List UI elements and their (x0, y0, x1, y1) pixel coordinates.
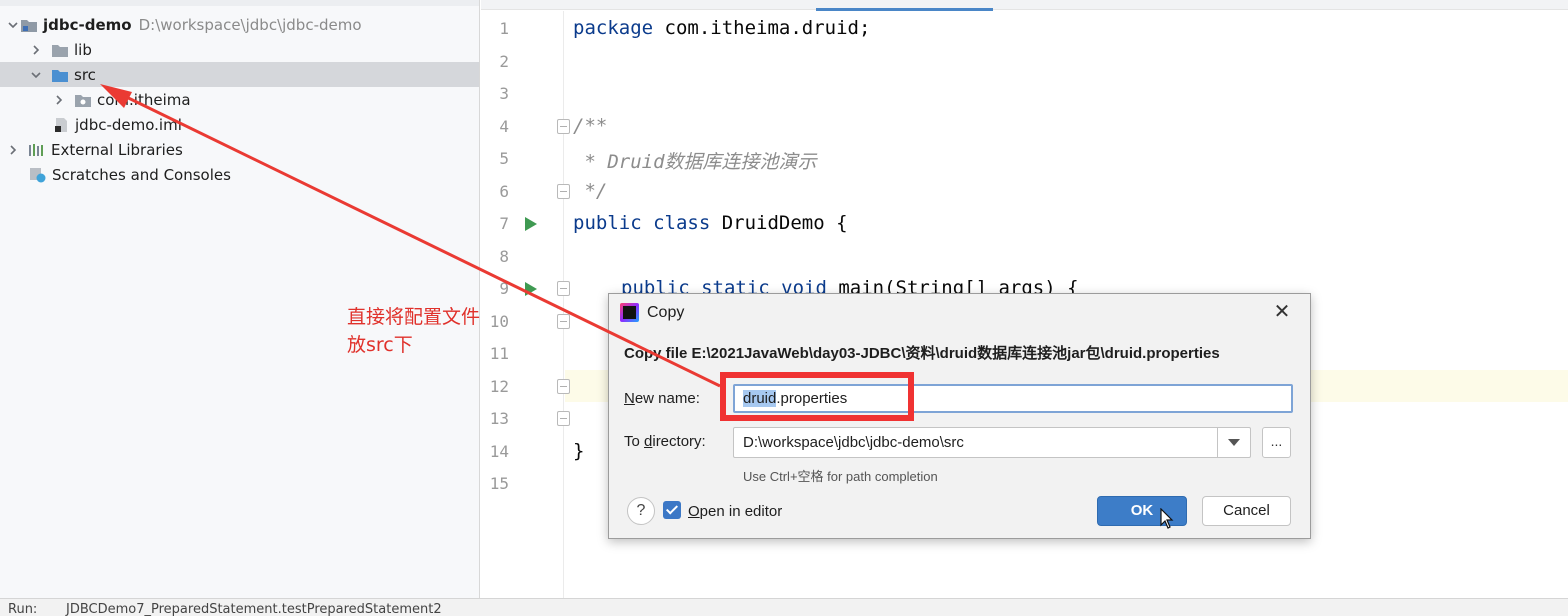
keyword: public class (573, 212, 711, 234)
scratches-icon (29, 167, 47, 183)
dropdown-arrow-icon[interactable] (1217, 428, 1250, 457)
line-number: 14 (489, 442, 509, 461)
copy-dialog: Copy ✕ Copy file E:\2021JavaWeb\day03-JD… (608, 293, 1311, 539)
chevron-right-icon[interactable] (29, 43, 43, 57)
code-text: com.itheima.druid; (653, 17, 871, 39)
browse-button[interactable]: ... (1262, 427, 1291, 458)
annotation-text: 直接将配置文件 放src下 (347, 303, 480, 359)
tree-item-jdbc-demo[interactable]: jdbc-demo D:\workspace\jdbc\jdbc-demo (0, 12, 479, 37)
package-icon (74, 92, 92, 108)
cancel-button[interactable]: Cancel (1202, 496, 1291, 526)
fold-icon[interactable] (557, 119, 570, 134)
tree-item-src[interactable]: src (0, 62, 479, 87)
tree-item-label: com.itheima (97, 90, 191, 109)
project-panel: jdbc-demo D:\workspace\jdbc\jdbc-demo li… (0, 0, 480, 598)
line-number: 5 (499, 149, 509, 168)
tree-item-lib[interactable]: lib (0, 37, 479, 62)
mnemonic: N (624, 390, 635, 407)
line-number: 8 (499, 247, 509, 266)
label-text: To (624, 433, 645, 450)
directory-value: D:\workspace\jdbc\jdbc-demo\src (743, 434, 964, 451)
line-number: 4 (499, 117, 509, 136)
line-number: 2 (499, 52, 509, 71)
run-main-icon[interactable] (525, 282, 537, 296)
folder-icon (51, 42, 69, 58)
run-class-icon[interactable] (525, 217, 537, 231)
run-label: Run: (8, 602, 38, 616)
code-line-6: */ (573, 180, 608, 202)
run-config-tab[interactable]: JDBCDemo7_PreparedStatement.testPrepared… (66, 602, 442, 616)
mnemonic: O (688, 503, 700, 520)
fold-icon[interactable] (557, 411, 570, 426)
new-name-label: New name: (624, 390, 700, 407)
tree-item-label: External Libraries (51, 140, 183, 159)
fold-icon[interactable] (557, 314, 570, 329)
code-line-7: public class DruidDemo { (573, 212, 848, 234)
code-line-1: package com.itheima.druid; (573, 17, 870, 39)
keyword: package (573, 17, 654, 39)
input-text: .properties (776, 390, 848, 407)
line-number: 7 (499, 214, 509, 233)
code-line-4: /** (573, 115, 608, 137)
line-number: 12 (489, 377, 509, 396)
label-text: ew name: (634, 390, 700, 407)
chevron-right-icon[interactable] (52, 93, 66, 107)
line-number: 11 (489, 344, 509, 363)
tree-item-label: jdbc-demo.iml (75, 115, 182, 134)
fold-icon[interactable] (557, 281, 570, 296)
ok-button[interactable]: OK (1097, 496, 1187, 526)
line-number: 3 (499, 84, 509, 103)
label-text: irectory: (652, 433, 706, 450)
path-completion-hint: Use Ctrl+空格 for path completion (743, 469, 938, 484)
iml-file-icon (52, 117, 70, 133)
copy-description: Copy file E:\2021JavaWeb\day03-JDBC\资料\d… (624, 345, 1220, 362)
annotation-line: 直接将配置文件 (347, 306, 481, 328)
tree-item-scratches[interactable]: Scratches and Consoles (0, 162, 479, 187)
tree-item-iml[interactable]: jdbc-demo.iml (0, 112, 479, 137)
libraries-icon (28, 142, 46, 158)
line-number: 10 (489, 312, 509, 331)
open-in-editor-checkbox[interactable] (663, 501, 681, 519)
source-folder-icon (51, 67, 69, 83)
chevron-down-icon[interactable] (29, 68, 43, 82)
intellij-logo-icon (620, 303, 639, 322)
active-tab-indicator (816, 8, 993, 11)
tree-item-label: lib (74, 40, 92, 59)
to-directory-combo[interactable]: D:\workspace\jdbc\jdbc-demo\src (733, 427, 1251, 458)
selected-text: druid (743, 390, 777, 407)
help-button[interactable]: ? (627, 497, 655, 525)
annotation-line: 放src下 (347, 334, 413, 356)
code-text: DruidDemo { (710, 212, 848, 234)
open-in-editor-label[interactable]: Open in editor (688, 503, 782, 520)
code-line-5: * Druid数据库连接池演示 (573, 151, 817, 173)
dialog-title: Copy (647, 304, 685, 321)
tree-item-external-libraries[interactable]: External Libraries (0, 137, 479, 162)
project-panel-header (0, 0, 479, 6)
module-folder-icon (20, 17, 38, 33)
chevron-down-icon[interactable] (6, 18, 20, 32)
editor-tab-bar (481, 0, 1568, 11)
tree-item-com-itheima[interactable]: com.itheima (0, 87, 479, 112)
chevron-right-icon[interactable] (6, 143, 20, 157)
tree-item-label: src (74, 65, 96, 84)
module-path: D:\workspace\jdbc\jdbc-demo (138, 15, 362, 34)
line-number: 15 (489, 474, 509, 493)
close-icon[interactable]: ✕ (1272, 302, 1292, 322)
line-number: 9 (499, 279, 509, 298)
run-tool-bar: Run: JDBCDemo7_PreparedStatement.testPre… (0, 598, 1568, 616)
tree-item-label: Scratches and Consoles (52, 165, 231, 184)
code-line-14: } (573, 440, 585, 462)
fold-icon[interactable] (557, 379, 570, 394)
line-number: 1 (499, 19, 509, 38)
new-name-input[interactable]: druid .properties (733, 384, 1293, 413)
to-directory-label: To directory: (624, 433, 706, 450)
line-number: 13 (489, 409, 509, 428)
tree-item-label: jdbc-demo (43, 15, 132, 34)
fold-icon[interactable] (557, 184, 570, 199)
line-number: 6 (499, 182, 509, 201)
label-text: pen in editor (699, 503, 783, 520)
